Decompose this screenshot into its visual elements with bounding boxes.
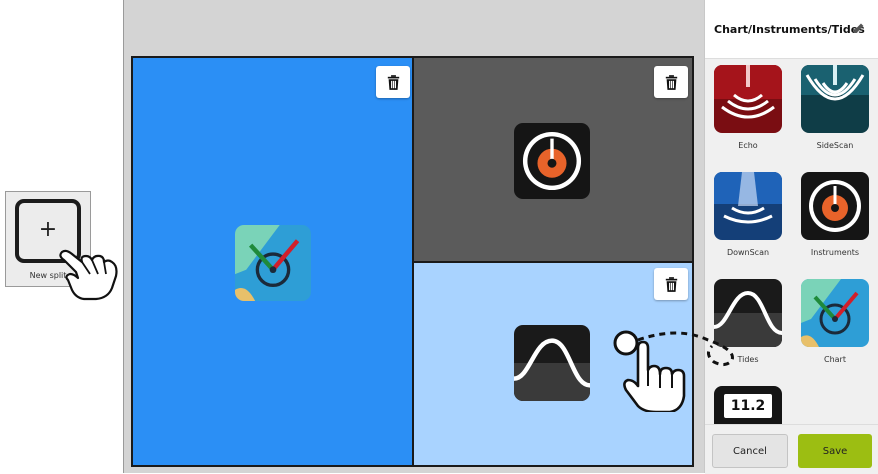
layout-title: Chart/Instruments/Tides bbox=[714, 23, 865, 36]
downscan-icon bbox=[714, 172, 782, 240]
app-picker-sidebar: Chart/Instruments/Tides Echo SideScan Do… bbox=[704, 0, 878, 474]
app-tile-tides[interactable]: Tides bbox=[713, 279, 783, 364]
chart-icon bbox=[801, 279, 869, 347]
instruments-icon bbox=[514, 123, 590, 199]
instruments-icon bbox=[801, 172, 869, 240]
app-label: SideScan bbox=[816, 141, 854, 150]
trash-icon bbox=[387, 75, 400, 90]
split-layout-grid bbox=[131, 56, 694, 467]
app-label: Echo bbox=[738, 141, 758, 150]
app-label: Chart bbox=[824, 355, 846, 364]
trash-icon bbox=[665, 277, 678, 292]
new-split-tile[interactable]: + New split bbox=[5, 191, 91, 287]
app-list[interactable]: Echo SideScan DownScan Instruments Tides… bbox=[705, 58, 878, 424]
new-split-label: New split bbox=[29, 271, 67, 280]
pane-chart[interactable] bbox=[133, 58, 412, 465]
delete-pane-chart-button[interactable] bbox=[376, 66, 410, 98]
data-value: 11.2 bbox=[724, 394, 772, 418]
app-label: Instruments bbox=[810, 248, 860, 257]
tides-icon bbox=[714, 279, 782, 347]
pane-tides[interactable] bbox=[414, 263, 692, 465]
plus-icon: + bbox=[38, 217, 58, 242]
app-tile-instruments[interactable]: Instruments bbox=[800, 172, 870, 257]
echo-icon bbox=[714, 65, 782, 133]
app-label: Tides bbox=[737, 355, 759, 364]
delete-pane-tides-button[interactable] bbox=[654, 268, 688, 300]
sidescan-icon bbox=[801, 65, 869, 133]
pencil-icon[interactable] bbox=[853, 22, 865, 34]
app-label: DownScan bbox=[726, 248, 770, 257]
delete-pane-instruments-button[interactable] bbox=[654, 66, 688, 98]
app-tile-data[interactable]: 11.2 bbox=[713, 386, 783, 424]
tides-icon bbox=[514, 325, 590, 401]
app-tile-sidescan[interactable]: SideScan bbox=[800, 65, 870, 150]
trash-icon bbox=[665, 75, 678, 90]
app-tile-chart[interactable]: Chart bbox=[800, 279, 870, 364]
app-tile-downscan[interactable]: DownScan bbox=[713, 172, 783, 257]
new-split-box[interactable]: + bbox=[15, 199, 81, 263]
chart-icon bbox=[235, 225, 311, 301]
sidebar-footer: Cancel Save bbox=[705, 424, 878, 474]
cancel-button[interactable]: Cancel bbox=[712, 434, 788, 468]
save-button[interactable]: Save bbox=[798, 434, 872, 468]
app-tile-echo[interactable]: Echo bbox=[713, 65, 783, 150]
pane-instruments[interactable] bbox=[414, 58, 692, 261]
data-icon: 11.2 bbox=[714, 386, 782, 424]
sidebar-header: Chart/Instruments/Tides bbox=[705, 0, 878, 59]
